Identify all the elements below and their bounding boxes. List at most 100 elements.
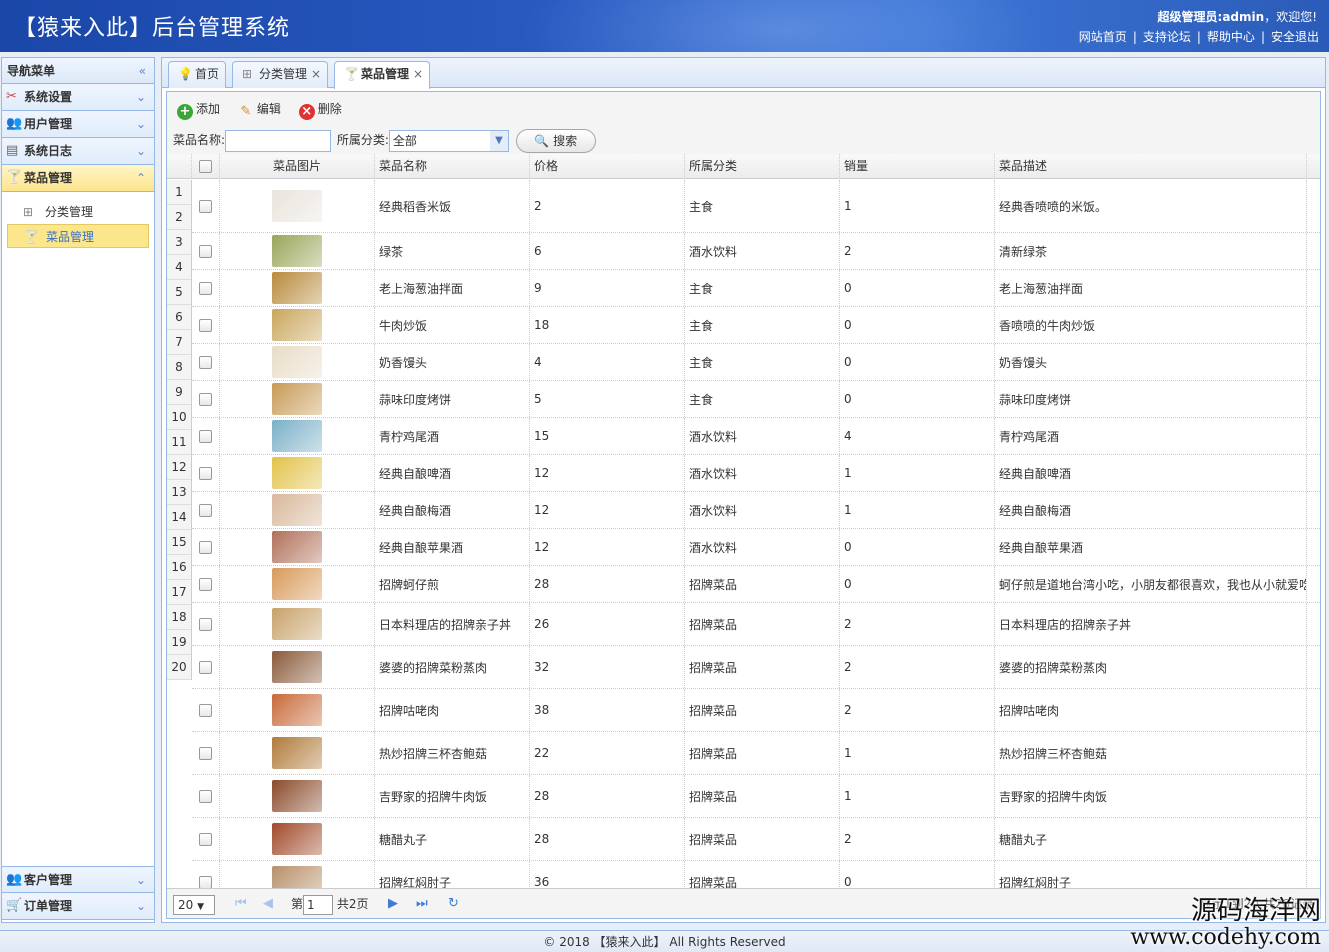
row-checkbox[interactable] xyxy=(199,577,212,591)
tab-dish-management[interactable]: 🍸 菜品管理 × xyxy=(334,61,430,89)
row-checkbox[interactable] xyxy=(199,199,212,213)
search-button[interactable]: 🔍 搜索 xyxy=(515,128,596,153)
table-row[interactable]: 经典自酿梅酒 12 酒水饮料 1 经典自酿梅酒 xyxy=(192,492,1320,529)
link-help[interactable]: 帮助中心 xyxy=(1207,30,1255,44)
table-row[interactable]: 蒜味印度烤饼 5 主食 0 蒜味印度烤饼 xyxy=(192,381,1320,418)
sidebar-section-user-management[interactable]: 👥 用户管理 ⌄ xyxy=(2,111,154,138)
sidebar-section-system-settings[interactable]: ✂ 系统设置 ⌄ xyxy=(2,84,154,111)
category-cell: 招牌菜品 xyxy=(685,689,840,731)
link-forum[interactable]: 支持论坛 xyxy=(1143,30,1191,44)
table-row[interactable]: 经典稻香米饭 2 主食 1 经典香喷喷的米饭。 xyxy=(192,180,1320,233)
sidebar-section-system-log[interactable]: ▤ 系统日志 ⌄ xyxy=(2,138,154,165)
sidebar-item-dish-management[interactable]: 🍸 菜品管理 xyxy=(7,224,149,248)
sales-cell: 0 xyxy=(840,861,995,889)
table-row[interactable]: 招牌咕咾肉 38 招牌菜品 2 招牌咕咾肉 xyxy=(192,689,1320,732)
price-cell: 22 xyxy=(530,732,685,774)
col-header-image[interactable]: 菜品图片 xyxy=(220,154,375,179)
table-row[interactable]: 吉野家的招牌牛肉饭 28 招牌菜品 1 吉野家的招牌牛肉饭 xyxy=(192,775,1320,818)
row-checkbox[interactable] xyxy=(199,244,212,258)
collapse-left-icon[interactable]: « xyxy=(139,58,146,84)
table-row[interactable]: 经典自酿苹果酒 12 酒水饮料 0 经典自酿苹果酒 xyxy=(192,529,1320,566)
table-row[interactable]: 糖醋丸子 28 招牌菜品 2 糖醋丸子 xyxy=(192,818,1320,861)
table-row[interactable]: 青柠鸡尾酒 15 酒水饮料 4 青柠鸡尾酒 xyxy=(192,418,1320,455)
page-size-select[interactable]: 20 ▼ xyxy=(173,894,215,915)
sidebar-section-order-management[interactable]: 🛒 订单管理 ⌄ xyxy=(2,893,154,920)
price-cell: 36 xyxy=(530,861,685,889)
link-site-home[interactable]: 网站首页 xyxy=(1079,30,1127,44)
cell xyxy=(192,529,220,565)
table-row[interactable]: 招牌蚵仔煎 28 招牌菜品 0 蚵仔煎是道地台湾小吃，小朋友都很喜欢，我也从小就爱吃 xyxy=(192,566,1320,603)
category-cell: 酒水饮料 xyxy=(685,492,840,528)
first-page-icon[interactable]: ⏮ xyxy=(235,889,247,919)
row-checkbox[interactable] xyxy=(199,875,212,889)
delete-button[interactable]: × 删除 xyxy=(298,92,342,126)
last-page-icon[interactable]: ⏭ xyxy=(416,889,428,919)
row-checkbox[interactable] xyxy=(199,540,212,554)
sidebar-section-dish-management[interactable]: 🍸 菜品管理 ⌃ xyxy=(2,165,154,192)
select-all-checkbox[interactable] xyxy=(199,160,212,173)
cocktail-icon: 🍸 xyxy=(6,170,23,185)
category-select[interactable]: 全部 ▼ xyxy=(388,129,509,152)
table-row[interactable]: 经典自酿啤酒 12 酒水饮料 1 经典自酿啤酒 xyxy=(192,455,1320,492)
sales-cell: 1 xyxy=(840,732,995,774)
row-checkbox[interactable] xyxy=(199,318,212,332)
row-checkbox[interactable] xyxy=(199,703,212,717)
table-row[interactable]: 绿茶 6 酒水饮料 2 清新绿茶 xyxy=(192,233,1320,270)
edit-label: 编辑 xyxy=(256,102,281,116)
row-checkbox[interactable] xyxy=(199,617,212,631)
row-checkbox[interactable] xyxy=(199,503,212,517)
table-row[interactable]: 婆婆的招牌菜粉蒸肉 32 招牌菜品 2 婆婆的招牌菜粉蒸肉 xyxy=(192,646,1320,689)
row-checkbox[interactable] xyxy=(199,281,212,295)
cell xyxy=(192,732,220,774)
col-header-category[interactable]: 所属分类 xyxy=(685,154,840,179)
table-row[interactable]: 热炒招牌三杯杏鲍菇 22 招牌菜品 1 热炒招牌三杯杏鲍菇 xyxy=(192,732,1320,775)
dish-name-input[interactable] xyxy=(225,129,332,152)
cell xyxy=(220,307,375,343)
refresh-icon[interactable]: ↻ xyxy=(448,889,459,919)
sidebar-item-category-management[interactable]: ⊞ 分类管理 xyxy=(7,200,149,224)
chevron-down-icon: ⌄ xyxy=(135,90,146,104)
tab-category-management[interactable]: ⊞ 分类管理 × xyxy=(232,61,328,88)
col-header-name[interactable]: 菜品名称 xyxy=(375,154,530,179)
col-header-price[interactable]: 价格 xyxy=(530,154,685,179)
dish-panel: + 添加 ✎ 编辑 × 删除 菜品名称: 所属分类: 全部 ▼ 🔍 搜索 菜品图片 菜品名… xyxy=(166,91,1321,919)
add-button[interactable]: + 添加 xyxy=(177,92,220,126)
sidebar-section-label: 用户管理 xyxy=(24,117,73,131)
table-row[interactable]: 奶香馒头 4 主食 0 奶香馒头 xyxy=(192,344,1320,381)
close-icon[interactable]: × xyxy=(413,67,423,81)
row-checkbox[interactable] xyxy=(199,660,212,674)
search-icon: 🔍 xyxy=(534,133,550,148)
table-row[interactable]: 日本料理店的招牌亲子丼 26 招牌菜品 2 日本料理店的招牌亲子丼 xyxy=(192,603,1320,646)
close-icon[interactable]: × xyxy=(311,67,321,81)
page-number-input[interactable]: 1 xyxy=(303,894,334,915)
description-cell: 经典自酿梅酒 xyxy=(995,492,1307,528)
table-row[interactable]: 牛肉炒饭 18 主食 0 香喷喷的牛肉炒饭 xyxy=(192,307,1320,344)
table-row[interactable]: 老上海葱油拌面 9 主食 0 老上海葱油拌面 xyxy=(192,270,1320,307)
row-checkbox[interactable] xyxy=(199,355,212,369)
row-checkbox[interactable] xyxy=(199,832,212,846)
dish-name-cell: 热炒招牌三杯杏鲍菇 xyxy=(375,732,530,774)
category-cell: 主食 xyxy=(685,344,840,380)
prev-page-icon[interactable]: ◀ xyxy=(263,889,273,919)
tab-home[interactable]: 💡 首页 xyxy=(168,61,226,88)
sales-cell: 2 xyxy=(840,818,995,860)
row-checkbox[interactable] xyxy=(199,746,212,760)
next-page-icon[interactable]: ▶ xyxy=(388,889,398,919)
row-checkbox[interactable] xyxy=(199,789,212,803)
table-row[interactable]: 招牌红焖肘子 36 招牌菜品 0 招牌红焖肘子 xyxy=(192,861,1320,889)
dish-name-cell: 牛肉炒饭 xyxy=(375,307,530,343)
row-checkbox[interactable] xyxy=(199,466,212,480)
category-cell: 酒水饮料 xyxy=(685,233,840,269)
row-checkbox[interactable] xyxy=(199,429,212,443)
dish-name-cell: 经典自酿啤酒 xyxy=(375,455,530,491)
row-number: 17 xyxy=(167,580,191,605)
edit-button[interactable]: ✎ 编辑 xyxy=(238,92,281,126)
search-row: 菜品名称: 所属分类: 全部 ▼ 🔍 搜索 xyxy=(167,126,1320,154)
cell xyxy=(192,689,220,731)
col-header-sales[interactable]: 销量 xyxy=(840,154,995,179)
sidebar-section-customer-management[interactable]: 👥 客户管理 ⌄ xyxy=(2,866,154,893)
col-header-description[interactable]: 菜品描述 xyxy=(995,154,1307,179)
row-checkbox[interactable] xyxy=(199,392,212,406)
link-logout[interactable]: 安全退出 xyxy=(1271,30,1319,44)
watermark: 源码海洋网 www.codehy.com xyxy=(1130,896,1321,950)
